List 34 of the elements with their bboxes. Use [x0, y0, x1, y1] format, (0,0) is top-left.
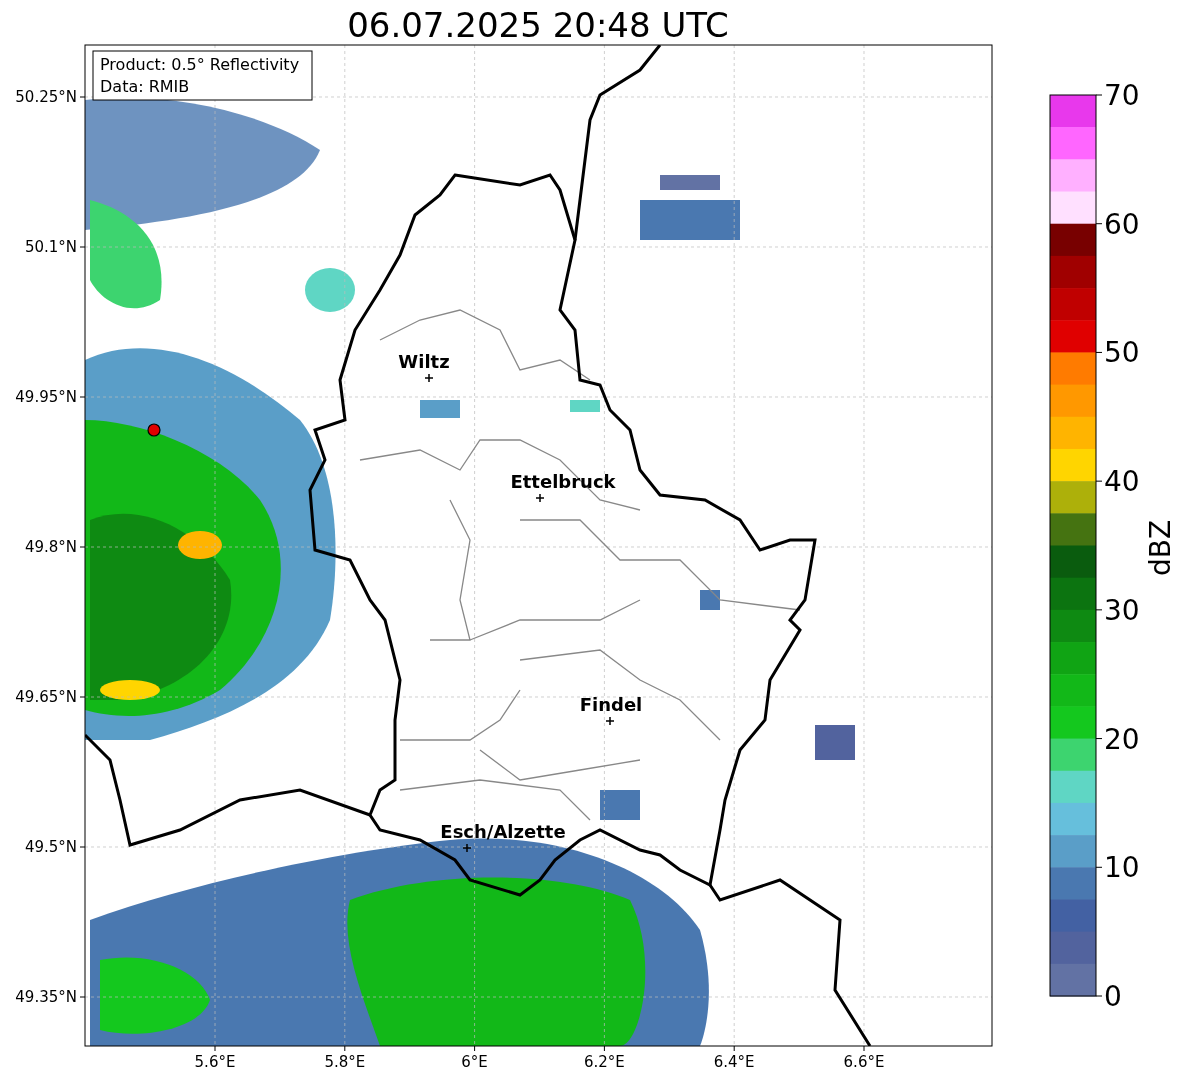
- x-tick-label: 6.6°E: [843, 1053, 885, 1071]
- city-marker: [535, 493, 545, 503]
- y-tick-label: 49.5°N: [24, 838, 77, 856]
- x-tick-label: 5.8°E: [324, 1053, 366, 1071]
- info-text: Data: RMIB: [100, 77, 190, 96]
- y-tick-label: 49.65°N: [15, 688, 77, 706]
- city-label: Esch/Alzette: [440, 821, 566, 842]
- y-tick-label: 49.35°N: [15, 988, 77, 1006]
- chart-title: 06.07.2025 20:48 UTC: [347, 5, 729, 45]
- y-tick-label: 49.8°N: [24, 538, 77, 556]
- x-tick-label: 6°E: [461, 1053, 488, 1071]
- city-marker: [424, 373, 434, 383]
- colorbar-tick-label: 70: [1104, 79, 1140, 112]
- city-marker: [462, 843, 472, 853]
- radar-site-marker: [147, 423, 161, 437]
- info-text: Product: 0.5° Reflectivity: [100, 55, 300, 74]
- colorbar-tick-label: 0: [1104, 980, 1122, 1013]
- x-tick-label: 6.4°E: [713, 1053, 755, 1071]
- colorbar-tick-label: 50: [1104, 336, 1140, 370]
- y-tick-label: 49.95°N: [15, 388, 77, 406]
- x-tick-label: 6.2°E: [584, 1053, 625, 1071]
- colorbar-tick-label: 40: [1104, 465, 1140, 499]
- city-label: Wiltz: [398, 351, 450, 372]
- colorbar-tick-label: 20: [1104, 722, 1140, 756]
- city-marker: [605, 716, 615, 726]
- x-tick-label: 5.6°E: [194, 1053, 236, 1071]
- colorbar-label: dBZ: [1144, 519, 1177, 577]
- y-tick-label: 50.1°N: [24, 238, 77, 256]
- colorbar-tick-label: 60: [1104, 207, 1140, 241]
- city-label: Findel: [579, 694, 643, 715]
- city-label: Ettelbruck: [510, 471, 616, 492]
- colorbar-tick-label: 10: [1104, 851, 1140, 885]
- y-tick-label: 50.25°N: [15, 88, 77, 106]
- colorbar-tick-label: 30: [1104, 593, 1140, 627]
